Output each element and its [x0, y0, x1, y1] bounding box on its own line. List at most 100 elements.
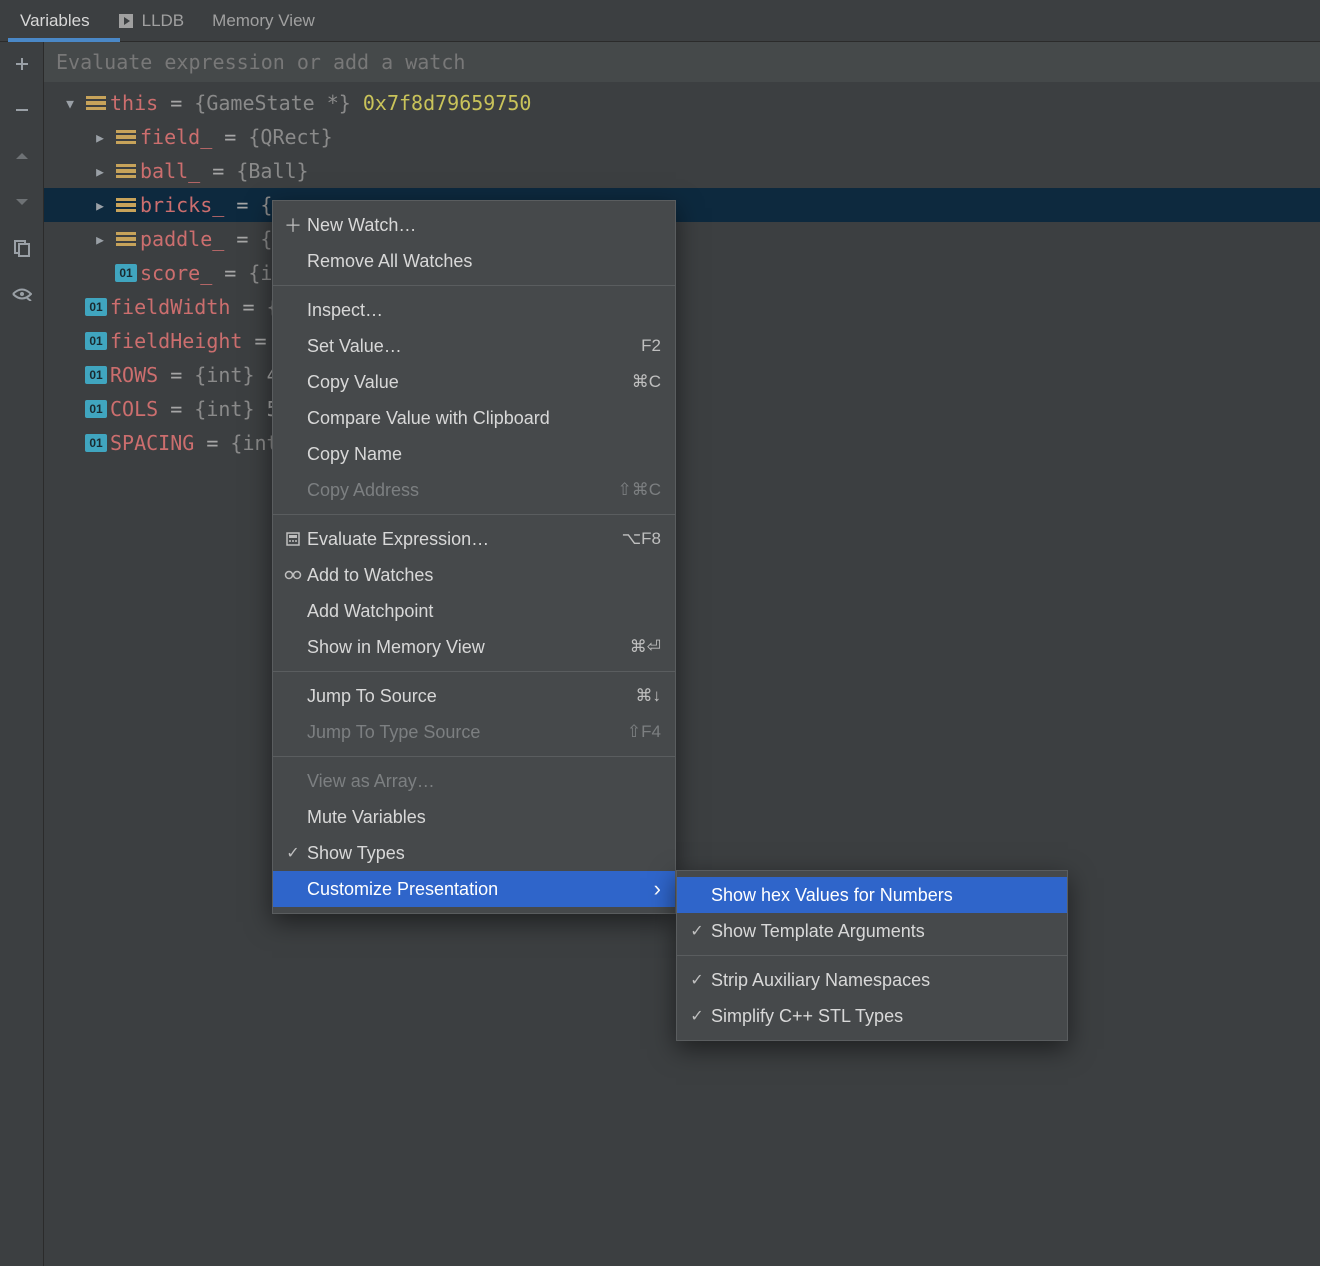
check-icon	[685, 1006, 709, 1026]
menu-set-value[interactable]: Set Value…F2	[273, 328, 675, 364]
tree-row-this[interactable]: ▾ this = {GameState *} 0x7f8d79659750	[44, 86, 1320, 120]
arrow-down-icon[interactable]	[10, 190, 34, 214]
variable-type: {int}	[194, 363, 254, 387]
variable-type: {Ball}	[236, 159, 308, 183]
menu-separator	[677, 955, 1067, 956]
tree-row-spacing[interactable]: 01 SPACING = {int	[44, 426, 1320, 460]
menu-label: Set Value…	[307, 336, 639, 357]
add-icon[interactable]	[10, 52, 34, 76]
menu-label: Add to Watches	[307, 565, 661, 586]
submenu-simplify-stl[interactable]: Simplify C++ STL Types	[677, 998, 1067, 1034]
variable-address: 0x7f8d79659750	[363, 91, 532, 115]
menu-shortcut: ⇧⌘C	[617, 480, 661, 500]
primitive-icon: 01	[82, 400, 110, 418]
chevron-right-icon[interactable]: ▸	[88, 193, 112, 217]
menu-label: Show hex Values for Numbers	[711, 885, 1053, 906]
menu-separator	[273, 514, 675, 515]
copy-icon[interactable]	[10, 236, 34, 260]
menu-label: Show in Memory View	[307, 637, 628, 658]
menu-view-as-array: View as Array…	[273, 763, 675, 799]
menu-shortcut: ⌥F8	[622, 529, 661, 549]
calculator-icon	[281, 531, 305, 547]
menu-label: Mute Variables	[307, 807, 661, 828]
tab-variables[interactable]: Variables	[6, 0, 104, 41]
tree-row-fieldwidth[interactable]: 01 fieldWidth = {in	[44, 290, 1320, 324]
menu-shortcut: ⌘⏎	[630, 637, 661, 657]
primitive-icon: 01	[82, 366, 110, 384]
variable-name: bricks_	[140, 193, 224, 217]
menu-copy-name[interactable]: Copy Name	[273, 436, 675, 472]
menu-shortcut: ⌘C	[632, 372, 661, 392]
struct-icon	[112, 198, 140, 212]
menu-separator	[273, 285, 675, 286]
menu-remove-all-watches[interactable]: Remove All Watches	[273, 243, 675, 279]
arrow-up-icon[interactable]	[10, 144, 34, 168]
struct-icon	[112, 164, 140, 178]
debugger-tabs: Variables LLDB Memory View	[0, 0, 1320, 42]
chevron-right-icon[interactable]: ▸	[88, 125, 112, 149]
variable-name: COLS	[110, 397, 158, 421]
chevron-down-icon[interactable]: ▾	[58, 91, 82, 115]
tab-label: LLDB	[142, 11, 185, 31]
menu-copy-address: Copy Address⇧⌘C	[273, 472, 675, 508]
submenu-show-template-args[interactable]: Show Template Arguments	[677, 913, 1067, 949]
tree-row-score[interactable]: 01 score_ = {in	[44, 256, 1320, 290]
menu-add-to-watches[interactable]: Add to Watches	[273, 557, 675, 593]
customize-presentation-submenu: Show hex Values for Numbers Show Templat…	[676, 870, 1068, 1041]
primitive-icon: 01	[82, 298, 110, 316]
tree-row-cols[interactable]: 01 COLS = {int} 5	[44, 392, 1320, 426]
variable-name: score_	[140, 261, 212, 285]
menu-label: Remove All Watches	[307, 251, 661, 272]
menu-label: Evaluate Expression…	[307, 529, 620, 550]
chevron-right-icon	[654, 876, 661, 902]
menu-new-watch[interactable]: ＋New Watch…	[273, 207, 675, 243]
submenu-strip-namespaces[interactable]: Strip Auxiliary Namespaces	[677, 962, 1067, 998]
debugger-sidebar	[0, 42, 44, 1266]
tree-row-paddle[interactable]: ▸ paddle_ = {B	[44, 222, 1320, 256]
menu-label: Show Template Arguments	[711, 921, 1053, 942]
menu-label: New Watch…	[307, 215, 661, 236]
struct-icon	[112, 232, 140, 246]
variable-name: field_	[140, 125, 212, 149]
menu-mute-variables[interactable]: Mute Variables	[273, 799, 675, 835]
menu-jump-to-source[interactable]: Jump To Source⌘↓	[273, 678, 675, 714]
watch-icon[interactable]	[10, 282, 34, 306]
variable-name: fieldHeight	[110, 329, 242, 353]
tab-memory-view[interactable]: Memory View	[198, 0, 329, 41]
submenu-show-hex[interactable]: Show hex Values for Numbers	[677, 877, 1067, 913]
variable-name: ball_	[140, 159, 200, 183]
variable-type: {int}	[194, 397, 254, 421]
menu-separator	[273, 671, 675, 672]
chevron-right-icon[interactable]: ▸	[88, 227, 112, 251]
menu-customize-presentation[interactable]: Customize Presentation	[273, 871, 675, 907]
tab-label: Memory View	[212, 11, 315, 31]
evaluate-expression-input[interactable]: Evaluate expression or add a watch	[44, 42, 1320, 82]
tree-row-fieldheight[interactable]: 01 fieldHeight = {i	[44, 324, 1320, 358]
menu-evaluate-expression[interactable]: Evaluate Expression…⌥F8	[273, 521, 675, 557]
menu-add-watchpoint[interactable]: Add Watchpoint	[273, 593, 675, 629]
primitive-icon: 01	[112, 264, 140, 282]
variable-name: SPACING	[110, 431, 194, 455]
struct-icon	[112, 130, 140, 144]
menu-label: Add Watchpoint	[307, 601, 661, 622]
run-icon	[118, 13, 134, 29]
plus-icon: ＋	[281, 212, 305, 238]
tree-row-field[interactable]: ▸ field_ = {QRect}	[44, 120, 1320, 154]
chevron-right-icon[interactable]: ▸	[88, 159, 112, 183]
menu-label: Jump To Source	[307, 686, 634, 707]
menu-copy-value[interactable]: Copy Value⌘C	[273, 364, 675, 400]
tree-row-bricks[interactable]: ▸ bricks_ = {s	[44, 188, 1320, 222]
menu-compare-clipboard[interactable]: Compare Value with Clipboard	[273, 400, 675, 436]
remove-icon[interactable]	[10, 98, 34, 122]
tab-lldb[interactable]: LLDB	[104, 0, 199, 41]
menu-shortcut: F2	[641, 336, 661, 356]
tree-row-rows[interactable]: 01 ROWS = {int} 4	[44, 358, 1320, 392]
primitive-icon: 01	[82, 332, 110, 350]
menu-show-types[interactable]: Show Types	[273, 835, 675, 871]
menu-inspect[interactable]: Inspect…	[273, 292, 675, 328]
menu-show-memory-view[interactable]: Show in Memory View⌘⏎	[273, 629, 675, 665]
tree-row-ball[interactable]: ▸ ball_ = {Ball}	[44, 154, 1320, 188]
variables-context-menu: ＋New Watch… Remove All Watches Inspect… …	[272, 200, 676, 914]
check-icon	[685, 970, 709, 990]
menu-label: Copy Address	[307, 480, 615, 501]
